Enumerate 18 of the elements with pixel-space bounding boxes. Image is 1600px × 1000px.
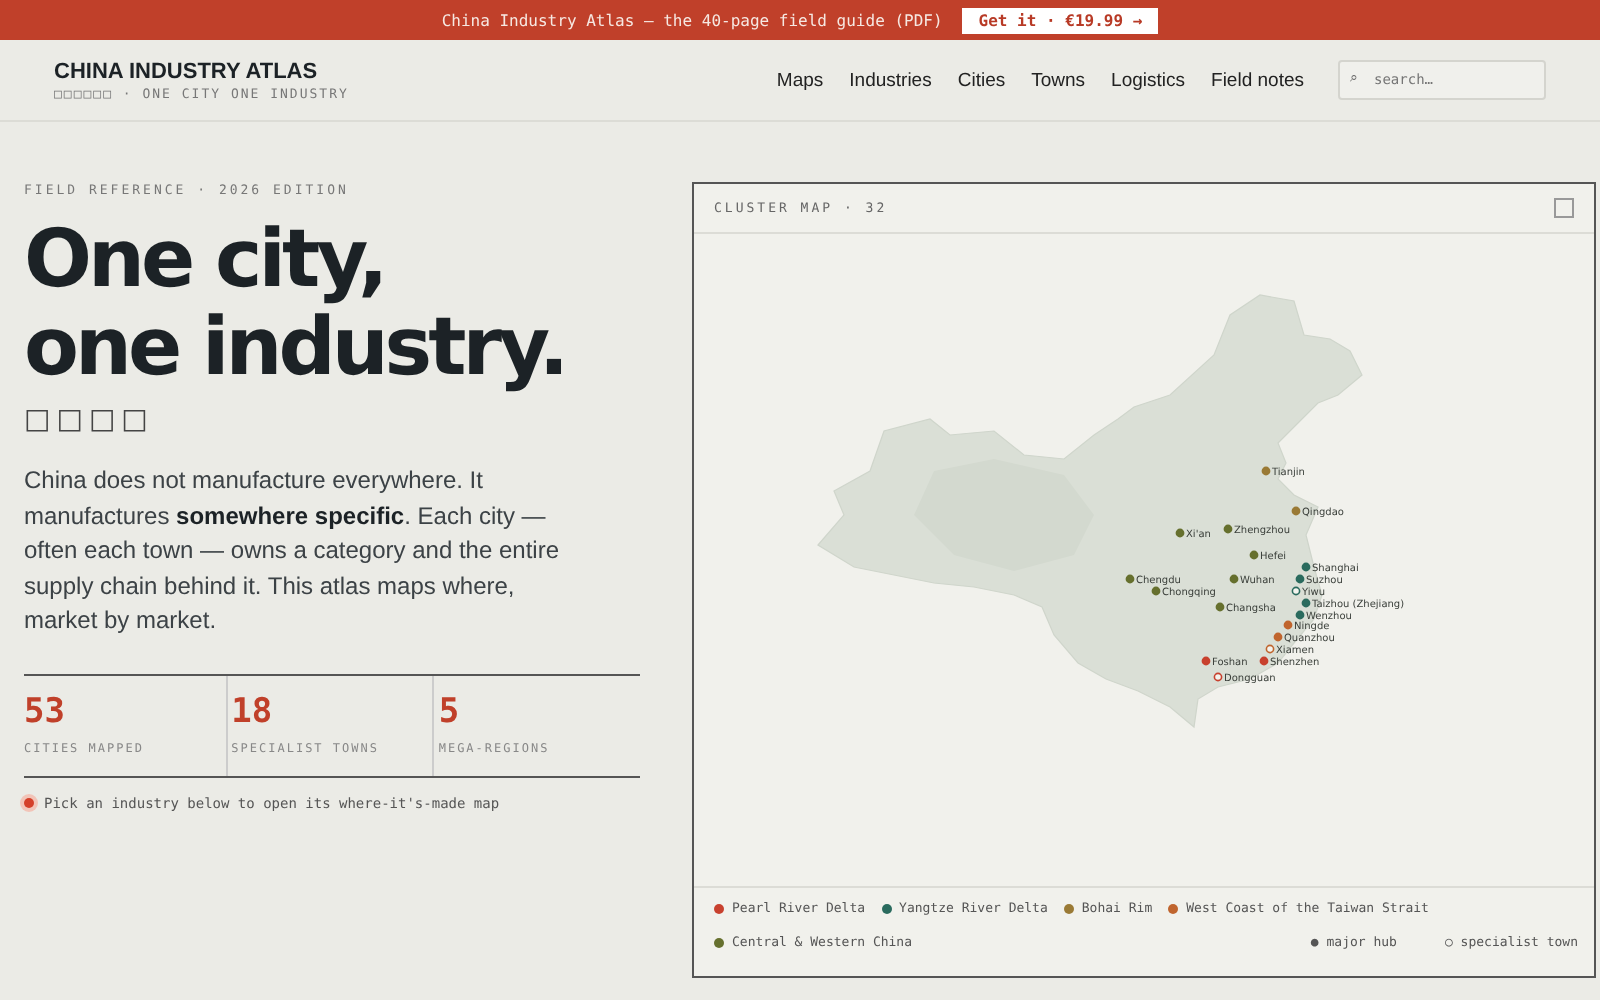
pulse-dot-icon: [24, 798, 34, 808]
brand-title[interactable]: CHINA INDUSTRY ATLAS: [54, 59, 349, 83]
nav-link[interactable]: Towns: [1031, 69, 1086, 91]
banner-text: China Industry Atlas — the 40-page field guide (PDF): [441, 11, 943, 29]
expand-icon[interactable]: [1554, 198, 1574, 218]
nav-link[interactable]: Field notes: [1211, 69, 1304, 91]
stat-value: 18: [231, 691, 273, 731]
nav-link[interactable]: Cities: [957, 69, 1006, 91]
nav-link[interactable]: Maps: [776, 69, 824, 91]
stat-value: 53: [24, 691, 65, 731]
nav-link[interactable]: Industries: [849, 69, 932, 91]
intro-paragraph: China does not manufacture everywhere. It manufactures somewhere specific. Each city — often each town — owns a category and the entire supply chain behind it. This atlas maps where, market by market.: [24, 464, 561, 638]
chinese-title: □□□□: [24, 404, 156, 436]
headline: One city,: [24, 216, 385, 304]
stat-value: 5: [438, 691, 460, 731]
buy-button[interactable]: Get it · €19.99 →: [962, 7, 1159, 33]
nav-link[interactable]: Logistics: [1111, 69, 1186, 91]
headline: one industry.: [24, 304, 566, 392]
